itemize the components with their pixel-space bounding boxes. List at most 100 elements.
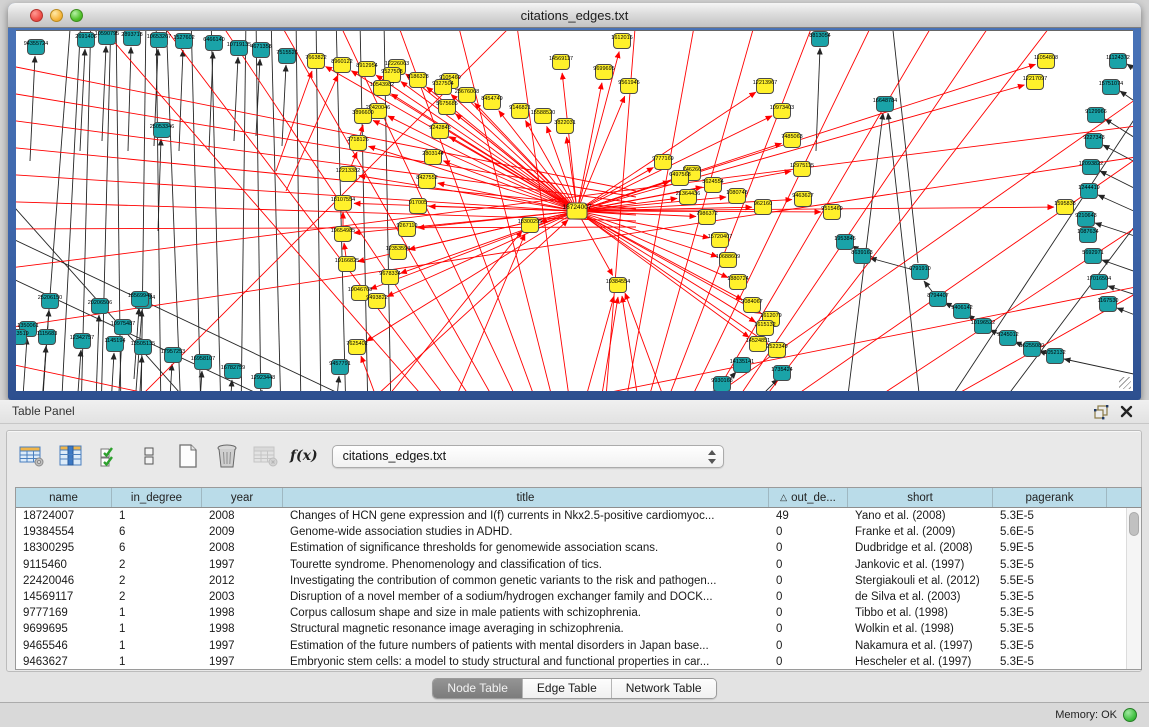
graph-node[interactable]: 10543982 bbox=[370, 81, 394, 96]
table-row[interactable]: 911546021997Tourette syndrome. Phenomeno… bbox=[16, 557, 1141, 573]
graph-node[interactable]: 9084067 bbox=[741, 298, 762, 313]
graph-node[interactable]: 7663822 bbox=[305, 54, 326, 69]
graph-node[interactable]: 9777169 bbox=[652, 155, 673, 170]
graph-node[interactable]: 10590795 bbox=[95, 31, 119, 45]
graph-node[interactable]: 10975487 bbox=[111, 320, 135, 335]
graph-node[interactable]: 1953845 bbox=[834, 235, 855, 250]
column-header-title[interactable]: title bbox=[283, 488, 769, 507]
graph-node[interactable]: 19384554 bbox=[606, 278, 630, 293]
graph-node[interactable]: 12353594 bbox=[386, 245, 410, 260]
graph-node[interactable]: 7986372 bbox=[696, 210, 717, 225]
graph-node[interactable]: 19654985 bbox=[331, 227, 355, 242]
table-row[interactable]: 1872400712008Changes of HCN gene express… bbox=[16, 508, 1141, 524]
graph-node[interactable]: 9406142 bbox=[951, 304, 972, 319]
graph-node[interactable]: 8639163 bbox=[851, 249, 872, 264]
window-resize-grip[interactable] bbox=[1119, 377, 1131, 389]
graph-node[interactable]: 7515526 bbox=[276, 49, 297, 64]
float-panel-icon[interactable] bbox=[1093, 404, 1109, 420]
graph-node[interactable]: 1880724 bbox=[727, 275, 748, 290]
graph-node[interactable]: 1615132 bbox=[754, 321, 775, 336]
table-select-dropdown[interactable]: citations_edges.txt bbox=[332, 445, 724, 468]
table-row[interactable]: 946362711997Embryonic stem cells: a mode… bbox=[16, 654, 1141, 670]
graph-node[interactable]: 25206150 bbox=[38, 294, 62, 309]
graph-node[interactable]: 17016504 bbox=[1087, 275, 1111, 290]
graph-node[interactable]: 7625402 bbox=[346, 340, 367, 355]
tab-node-table[interactable]: Node Table bbox=[433, 679, 523, 698]
graph-node[interactable]: 9457791 bbox=[329, 360, 350, 375]
graph-node[interactable]: 8813054 bbox=[809, 32, 830, 47]
graph-node[interactable]: 12975115 bbox=[790, 162, 814, 177]
graph-node[interactable]: 12213967 bbox=[753, 79, 777, 94]
table-scrollbar[interactable] bbox=[1126, 508, 1141, 669]
table-row[interactable]: 946554611997Estimation of the future num… bbox=[16, 638, 1141, 654]
table-row[interactable]: 977716911998Corpus callosum shape and si… bbox=[16, 605, 1141, 621]
graph-node[interactable]: 14569117 bbox=[549, 55, 573, 70]
column-header-short[interactable]: short bbox=[848, 488, 993, 507]
graph-node[interactable]: 9463627 bbox=[792, 192, 813, 207]
graph-node[interactable]: 94355724 bbox=[24, 40, 48, 55]
graph-node[interactable]: 10973403 bbox=[770, 104, 794, 119]
graph-node[interactable]: 9227343 bbox=[1083, 134, 1104, 149]
graph-node[interactable]: 8427552 bbox=[416, 174, 437, 189]
show-column-icon[interactable] bbox=[56, 443, 86, 469]
graph-node[interactable]: 2893718 bbox=[121, 31, 142, 46]
graph-node[interactable]: 962160 bbox=[754, 200, 772, 215]
graph-node[interactable]: 9245012 bbox=[997, 331, 1018, 346]
graph-node[interactable]: 16255080 bbox=[1020, 342, 1044, 357]
window-titlebar[interactable]: citations_edges.txt bbox=[8, 3, 1141, 28]
graph-node[interactable]: 1612016 bbox=[611, 34, 632, 49]
graph-node[interactable]: 1527602 bbox=[173, 34, 194, 49]
graph-node[interactable]: 9561945 bbox=[618, 79, 639, 94]
graph-node[interactable]: 16782759 bbox=[221, 364, 245, 379]
graph-node[interactable]: 1167530 bbox=[1097, 297, 1118, 312]
graph-node[interactable]: 19166825 bbox=[335, 257, 359, 272]
graph-node[interactable]: 10719135 bbox=[227, 41, 251, 56]
graph-node[interactable]: 13505135 bbox=[131, 340, 155, 355]
graph-node[interactable]: 6497568 bbox=[669, 171, 690, 186]
graph-node[interactable]: 11054808 bbox=[1034, 54, 1058, 69]
create-column-icon[interactable] bbox=[173, 443, 203, 469]
graph-node[interactable]: 9930168 bbox=[711, 377, 732, 392]
table-row[interactable]: 969969511998Structural magnetic resonanc… bbox=[16, 621, 1141, 637]
graph-node[interactable]: 9129966 bbox=[1085, 108, 1106, 123]
network-canvas[interactable]: 9435572426914061059079528937181065326715… bbox=[16, 30, 1133, 391]
column-header-out-degree[interactable]: △out_de... bbox=[769, 488, 848, 507]
graph-node[interactable]: 3913519 bbox=[16, 330, 29, 345]
graph-node[interactable]: 9678334 bbox=[379, 270, 400, 285]
graph-node[interactable]: 8912954 bbox=[356, 62, 377, 77]
graph-node[interactable]: 14135141 bbox=[730, 358, 754, 373]
graph-node[interactable]: 15720407 bbox=[708, 233, 732, 248]
graph-node[interactable]: 3896600 bbox=[352, 109, 373, 124]
graph-node[interactable]: 917005 bbox=[409, 199, 427, 214]
graph-node[interactable]: 9146821 bbox=[509, 104, 530, 119]
function-builder-icon[interactable]: f(x) bbox=[290, 448, 318, 464]
table-row[interactable]: 1938455462009Genome-wide association stu… bbox=[16, 524, 1141, 540]
graph-node[interactable]: 9515469 bbox=[821, 205, 842, 220]
graph-node[interactable]: 20206506 bbox=[88, 299, 112, 314]
table-scrollbar-thumb[interactable] bbox=[1129, 512, 1139, 536]
graph-node[interactable]: 2522349 bbox=[766, 343, 787, 358]
graph-node[interactable]: 1595838 bbox=[1054, 200, 1075, 215]
graph-node[interactable]: 2718126 bbox=[347, 136, 368, 151]
graph-node[interactable]: 15588520 bbox=[531, 109, 555, 124]
graph-node[interactable]: 25053346 bbox=[150, 123, 174, 138]
graph-node[interactable]: 12342757 bbox=[70, 334, 94, 349]
graph-node[interactable]: 3822031 bbox=[554, 119, 575, 134]
select-columns-icon[interactable] bbox=[95, 443, 125, 469]
graph-node[interactable]: 4671358 bbox=[250, 43, 271, 58]
column-header-in-degree[interactable]: in_degree bbox=[112, 488, 202, 507]
graph-node[interactable]: 1244419 bbox=[1078, 184, 1099, 199]
graph-node[interactable]: 18107554 bbox=[331, 196, 355, 211]
graph-node[interactable]: 11124372 bbox=[1106, 54, 1130, 69]
column-header-name[interactable]: name bbox=[16, 488, 112, 507]
graph-node[interactable]: 10688609 bbox=[716, 253, 740, 268]
tab-network-table[interactable]: Network Table bbox=[612, 679, 716, 698]
graph-node[interactable]: 12093822 bbox=[1079, 160, 1103, 175]
graph-node[interactable]: 3624554 bbox=[702, 178, 723, 193]
graph-node[interactable]: 21364436 bbox=[676, 190, 700, 205]
graph-node[interactable]: 16648784 bbox=[873, 97, 897, 112]
graph-node[interactable]: 8794407 bbox=[927, 292, 948, 307]
graph-node[interactable]: 1145194 bbox=[104, 337, 125, 352]
graph-node[interactable]: 1115683 bbox=[37, 330, 58, 345]
graph-node[interactable]: 9242845 bbox=[429, 124, 450, 139]
